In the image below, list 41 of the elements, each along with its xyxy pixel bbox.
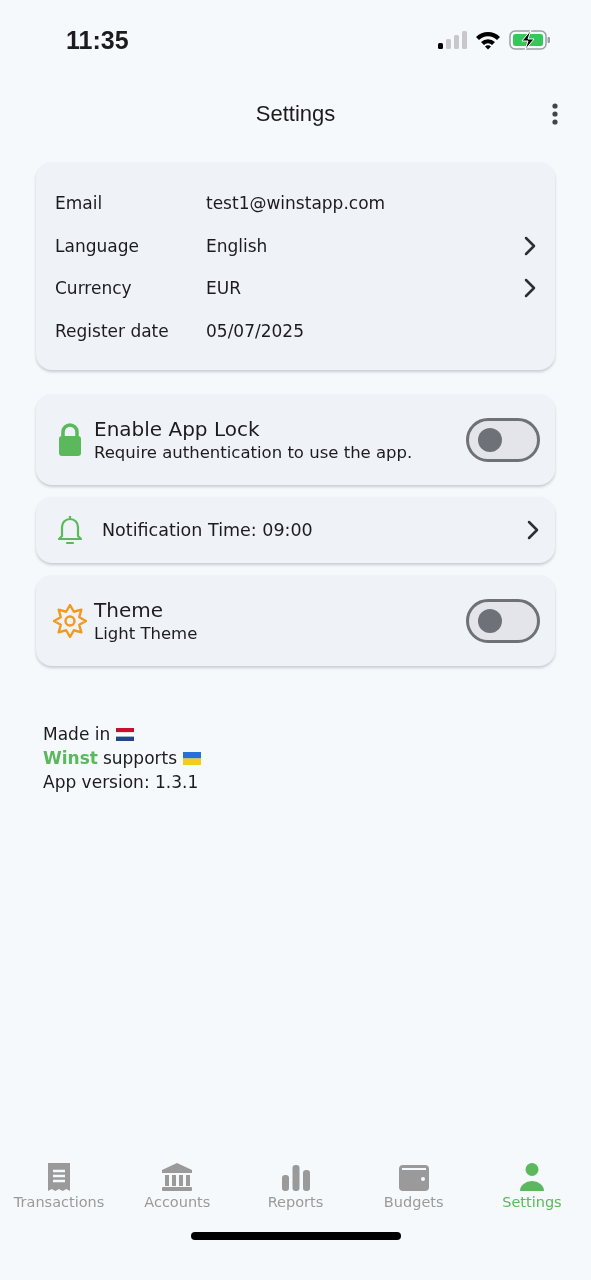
setting-toggle-card[interactable]: Theme Light Theme (36, 575, 555, 666)
setting-subtitle: Require authentication to use the app. (94, 443, 414, 462)
info-value: 05/07/2025 (206, 320, 305, 341)
page-title: Settings (255, 101, 336, 127)
bell-icon (56, 514, 84, 546)
setting-title: Notification Time: 09:00 (101, 520, 314, 540)
bank-icon (161, 1162, 194, 1192)
chevron-right-icon (523, 277, 537, 300)
info-label: Email (55, 193, 104, 214)
info-label: Register date (55, 320, 170, 341)
setting-link-card[interactable]: Notification Time: 09:00 (36, 497, 555, 563)
person-icon (518, 1162, 545, 1192)
chevron-right-icon (523, 234, 537, 257)
info-value[interactable]: English (206, 235, 523, 256)
lock-icon (58, 422, 82, 457)
info-label: Currency (55, 278, 133, 299)
setting-toggle-card[interactable]: Enable App Lock Require authentication to use the app. (36, 394, 555, 485)
toggle-switch[interactable] (466, 598, 540, 643)
chevron-right-icon (526, 519, 540, 541)
setting-subtitle: Light Theme (94, 624, 199, 643)
wallet-icon (397, 1164, 430, 1192)
sun-icon (53, 603, 87, 638)
info-value: test1@winstapp.com (206, 193, 387, 214)
wifi-icon (475, 30, 501, 50)
more-options-icon[interactable] (552, 103, 558, 125)
receipt-icon (47, 1162, 72, 1192)
setting-title: Enable App Lock (94, 417, 261, 441)
app-version: App version: 1.3.1 (43, 771, 200, 794)
flag-icon (116, 727, 135, 741)
signal-icon (437, 30, 467, 50)
made-in-text: Made in (43, 723, 111, 746)
setting-title: Theme (94, 598, 164, 622)
battery-charging-icon (509, 29, 551, 51)
info-label: Language (55, 235, 140, 256)
bar-chart-icon (280, 1164, 311, 1192)
toggle-switch[interactable] (466, 417, 540, 462)
brand-name: Winst (43, 747, 98, 770)
flag-icon (183, 751, 202, 765)
status-time: 11:35 (66, 25, 129, 55)
info-value[interactable]: EUR (206, 278, 523, 299)
supports-text: supports (102, 747, 178, 770)
